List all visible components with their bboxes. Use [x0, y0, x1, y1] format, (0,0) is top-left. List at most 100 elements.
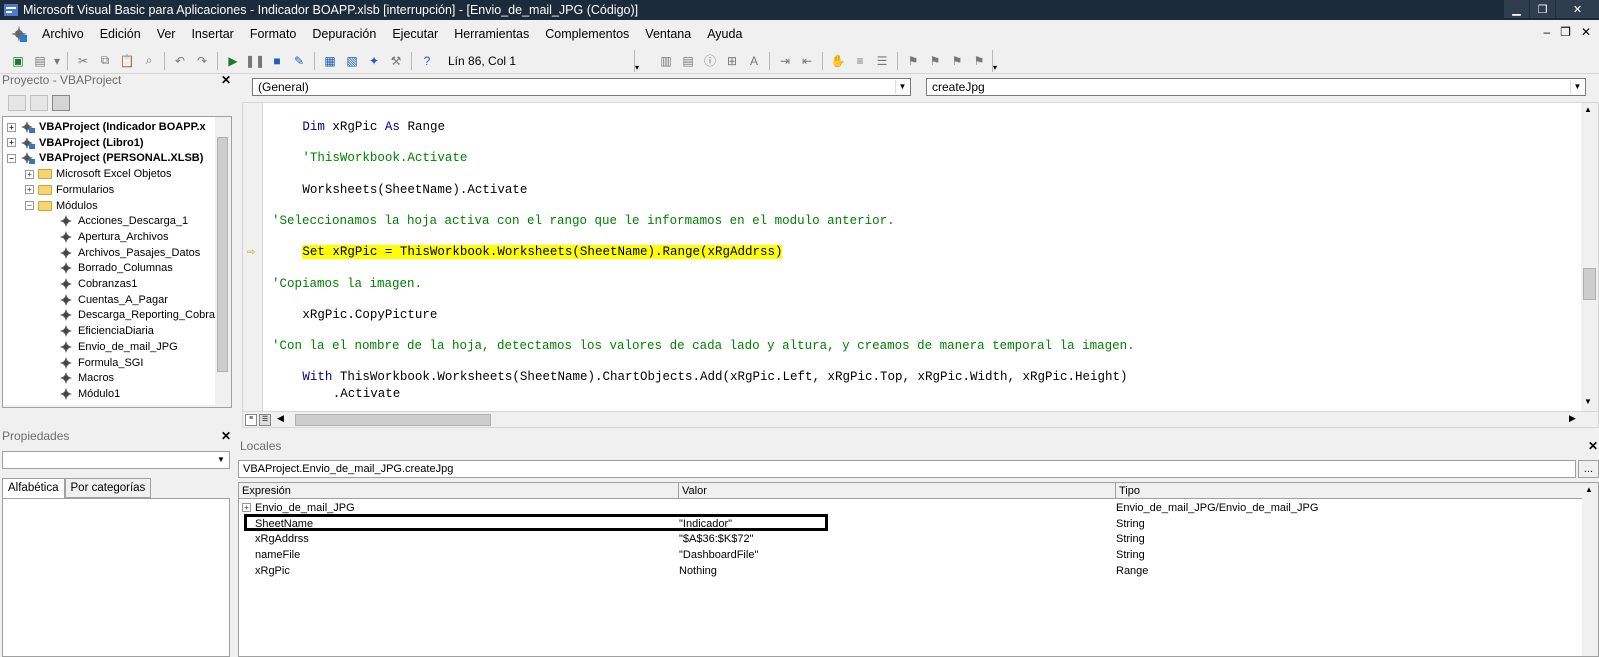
object-browser-icon[interactable]: ✦: [364, 51, 384, 71]
properties-window-icon[interactable]: ▧: [342, 51, 362, 71]
tree-item[interactable]: + Formularios: [25, 182, 114, 198]
chevron-down-icon[interactable]: ▼: [1570, 80, 1584, 94]
expand-icon[interactable]: +: [25, 185, 34, 195]
tree-vertical-scrollbar[interactable]: [215, 117, 231, 407]
tab-alfabetica[interactable]: Alfabética: [2, 478, 65, 499]
object-select[interactable]: (General) ▼: [252, 78, 911, 96]
complete-word-icon[interactable]: A: [744, 51, 764, 71]
tree-item[interactable]: Macros: [59, 370, 114, 386]
expand-icon[interactable]: +: [7, 122, 16, 132]
break-icon[interactable]: ❚❚: [245, 51, 265, 71]
collapse-icon[interactable]: −: [25, 201, 34, 210]
toggle-folders-icon[interactable]: [52, 95, 70, 111]
excel-icon[interactable]: ▣: [8, 51, 28, 71]
next-bookmark-icon[interactable]: ⚑: [925, 51, 945, 71]
tree-item[interactable]: Apertura_Archivos: [59, 229, 169, 245]
tree-item[interactable]: EficienciaDiaria: [59, 323, 154, 339]
code-line[interactable]: 'Con la el nombre de la hoja, detectamos…: [272, 339, 1135, 353]
full-module-view-icon[interactable]: ☰: [259, 414, 271, 426]
restore-button[interactable]: ❐: [1529, 0, 1555, 18]
column-expresion[interactable]: Expresión: [239, 483, 679, 499]
paste-icon[interactable]: 📋: [117, 51, 137, 71]
mdi-close-button[interactable]: ✕: [1581, 25, 1591, 39]
tree-hscroll-thumb[interactable]: [19, 407, 179, 408]
toolbox-icon[interactable]: ⚒: [386, 51, 406, 71]
view-object-icon[interactable]: [30, 95, 48, 111]
menu-edicion[interactable]: Edición: [92, 27, 149, 41]
execution-pointer-icon[interactable]: ⇨: [247, 247, 259, 258]
cut-icon[interactable]: ✂: [73, 51, 93, 71]
code-horizontal-scrollbar[interactable]: ≡ ☰ ◀ ▶: [243, 411, 1598, 427]
tree-item[interactable]: Archivos_Pasajes_Datos: [59, 245, 200, 261]
tree-horizontal-scrollbar[interactable]: [3, 405, 215, 408]
close-icon[interactable]: ✕: [220, 429, 232, 443]
clear-bookmarks-icon[interactable]: ⚑: [969, 51, 989, 71]
current-code-line[interactable]: Set xRgPic = ThisWorkbook.Worksheets(She…: [302, 245, 783, 260]
code-line[interactable]: With ThisWorkbook.Worksheets(SheetName).…: [302, 370, 1127, 384]
tree-item[interactable]: + VBAProject (Indicador BOAPP.x: [7, 119, 206, 135]
toggle-breakpoint-icon[interactable]: ✋: [828, 51, 848, 71]
toolbar-grip[interactable]: ▾: [634, 49, 642, 72]
column-tipo[interactable]: Tipo: [1116, 483, 1582, 499]
dropdown-arrow-icon[interactable]: ▾: [52, 51, 62, 71]
code-editor[interactable]: Dim xRgPic As Range 'ThisWorkbook.Activat…: [242, 102, 1599, 428]
tree-item[interactable]: Envio_de_mail_JPG: [59, 339, 178, 355]
comment-block-icon[interactable]: ≡: [850, 51, 870, 71]
uncomment-block-icon[interactable]: ☰: [872, 51, 892, 71]
locals-row[interactable]: xRgAddrss "$A$36:$K$72" String: [239, 531, 1582, 547]
mdi-minimize-button[interactable]: –: [1543, 25, 1550, 39]
reset-icon[interactable]: ■: [267, 51, 287, 71]
menu-ventana[interactable]: Ventana: [637, 27, 699, 41]
menu-insertar[interactable]: Insertar: [183, 27, 241, 41]
find-icon[interactable]: ⌕: [139, 51, 159, 71]
design-mode-icon[interactable]: ✎: [289, 51, 309, 71]
tree-item[interactable]: − VBAProject (PERSONAL.XLSB): [7, 150, 203, 166]
redo-icon[interactable]: ↷: [192, 51, 212, 71]
list-constants-icon[interactable]: ▤: [678, 51, 698, 71]
tree-item[interactable]: Módulo1: [59, 386, 120, 402]
collapse-icon[interactable]: −: [7, 153, 16, 163]
column-valor[interactable]: Valor: [679, 483, 1116, 499]
toggle-bookmark-icon[interactable]: ⚑: [903, 51, 923, 71]
tree-item[interactable]: Acciones_Descarga_1: [59, 213, 188, 229]
chevron-down-icon[interactable]: ▼: [214, 453, 228, 467]
undo-icon[interactable]: ↶: [170, 51, 190, 71]
code-hscroll-thumb[interactable]: [295, 414, 491, 426]
mdi-restore-button[interactable]: ❐: [1560, 25, 1571, 39]
help-icon[interactable]: ?: [417, 51, 437, 71]
scroll-up-icon[interactable]: ▲: [1585, 485, 1593, 494]
tree-item[interactable]: − Módulos: [25, 198, 98, 214]
outdent-icon[interactable]: ⇤: [797, 51, 817, 71]
copy-icon[interactable]: ⧉: [95, 51, 115, 71]
indent-icon[interactable]: ⇥: [775, 51, 795, 71]
code-scroll-thumb[interactable]: [1583, 268, 1596, 300]
quick-info-icon[interactable]: ⓘ: [700, 51, 720, 71]
toolbar-grip-2[interactable]: ▾: [992, 49, 1000, 72]
menu-ver[interactable]: Ver: [149, 27, 184, 41]
expand-icon[interactable]: +: [25, 169, 34, 179]
menu-ayuda[interactable]: Ayuda: [699, 27, 750, 41]
scroll-right-icon[interactable]: ▶: [1569, 413, 1576, 424]
scroll-left-icon[interactable]: ◀: [277, 413, 284, 424]
code-vertical-scrollbar[interactable]: ▲ ▼: [1581, 103, 1598, 411]
code-line[interactable]: 'ThisWorkbook.Activate: [302, 151, 467, 165]
locals-row[interactable]: nameFile "DashboardFile" String: [239, 547, 1582, 563]
tree-item[interactable]: Cobranzas1: [59, 276, 137, 292]
code-line[interactable]: 'Seleccionamos la hoja activa con el ran…: [272, 214, 895, 228]
view-code-icon[interactable]: [8, 95, 26, 111]
parameter-info-icon[interactable]: ⊞: [722, 51, 742, 71]
menu-herramientas[interactable]: Herramientas: [446, 27, 537, 41]
menu-ejecutar[interactable]: Ejecutar: [384, 27, 446, 41]
tree-item[interactable]: Cuentas_A_Pagar: [59, 292, 168, 308]
tree-item[interactable]: + VBAProject (Libro1): [7, 135, 144, 151]
tree-item[interactable]: Formula_SGI: [59, 355, 143, 371]
menu-complementos[interactable]: Complementos: [537, 27, 637, 41]
previous-bookmark-icon[interactable]: ⚑: [947, 51, 967, 71]
run-icon[interactable]: ▶: [223, 51, 243, 71]
close-icon[interactable]: ✕: [1587, 439, 1599, 453]
code-line[interactable]: Worksheets(SheetName).Activate: [302, 183, 527, 197]
menu-formato[interactable]: Formato: [242, 27, 305, 41]
procedure-select[interactable]: createJpg ▼: [926, 78, 1586, 96]
project-explorer-icon[interactable]: ▦: [320, 51, 340, 71]
tree-item[interactable]: Descarga_Reporting_Cobrar: [59, 307, 219, 323]
